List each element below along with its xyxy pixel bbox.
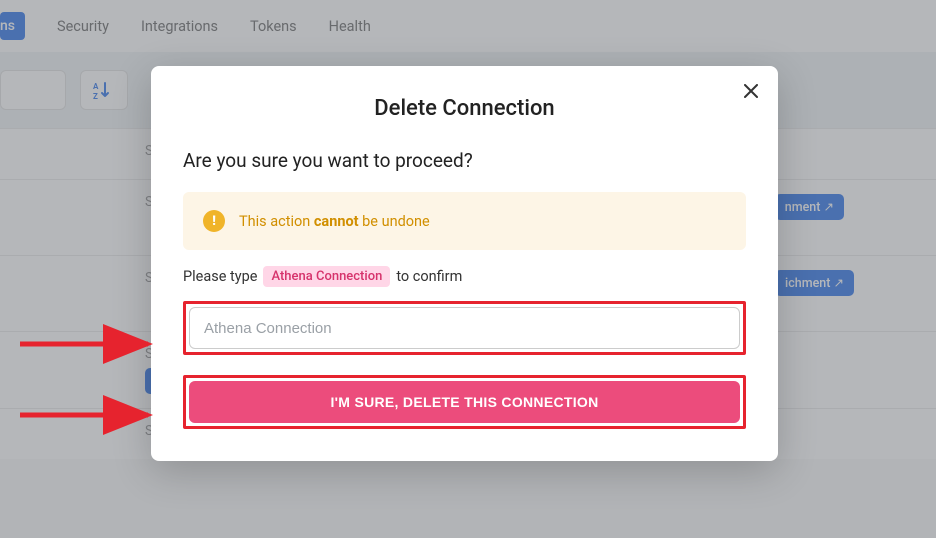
warning-icon: ! (203, 210, 225, 232)
delete-confirm-button[interactable]: I'M SURE, DELETE THIS CONNECTION (189, 381, 740, 423)
modal-title: Delete Connection (183, 96, 746, 121)
delete-button-highlight: I'M SURE, DELETE THIS CONNECTION (183, 375, 746, 429)
warning-box: ! This action cannot be undone (183, 192, 746, 250)
confirm-instruction: Please type Athena Connection to confirm (183, 266, 746, 287)
connection-name-badge: Athena Connection (263, 266, 390, 287)
confirm-name-input[interactable] (189, 307, 740, 349)
delete-connection-modal: Delete Connection Are you sure you want … (151, 66, 778, 461)
close-button[interactable] (744, 82, 758, 102)
modal-question: Are you sure you want to proceed? (183, 149, 746, 172)
warning-text: This action cannot be undone (239, 213, 430, 230)
close-icon (744, 84, 758, 98)
confirm-input-highlight (183, 301, 746, 355)
